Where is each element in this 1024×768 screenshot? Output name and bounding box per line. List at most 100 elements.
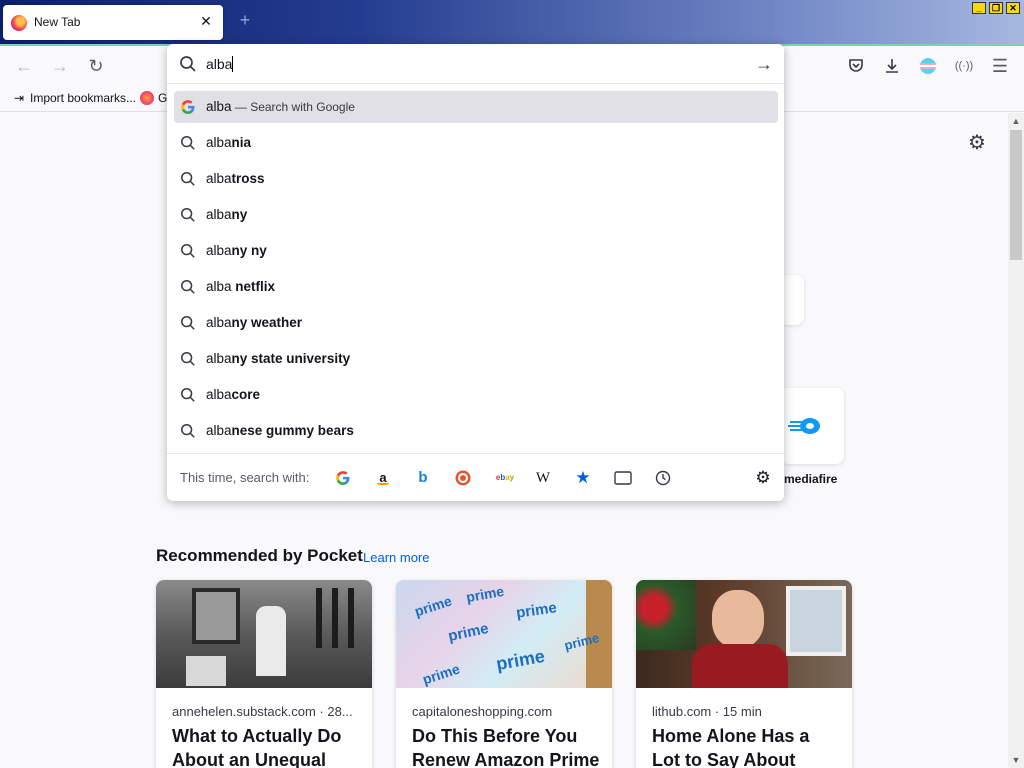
search-icon <box>180 56 196 72</box>
card-source: capitaloneshopping.com <box>412 704 553 719</box>
go-arrow-icon[interactable]: → <box>754 54 774 74</box>
minimize-button[interactable]: _ <box>972 2 986 14</box>
suggestion-text: albatross <box>206 171 265 186</box>
duckduckgo-engine-icon[interactable] <box>453 468 473 488</box>
suggestion-text: albany <box>206 207 247 222</box>
suggestion-completion: tross <box>231 171 265 186</box>
suggestion-completion: core <box>231 387 261 402</box>
suggestion-row[interactable]: alba netflix <box>174 271 778 303</box>
search-icon <box>180 171 196 187</box>
pocket-card[interactable]: lithub.com · 15 min Home Alone Has a Lot… <box>636 580 852 768</box>
pocket-card[interactable]: annehelen.substack.com · 28... What to A… <box>156 580 372 768</box>
scrollbar-thumb[interactable] <box>1010 130 1022 260</box>
suggestion-row[interactable]: alba — Search with Google <box>174 91 778 123</box>
suggestion-typed: alba <box>206 99 232 114</box>
import-bookmarks-item[interactable]: ⇥ Import bookmarks... <box>12 91 136 105</box>
suggestion-row[interactable]: albany <box>174 199 778 231</box>
tabs-icon[interactable] <box>613 468 633 488</box>
address-bar[interactable]: alba → <box>167 44 784 84</box>
search-icon <box>180 387 196 403</box>
suggestion-row[interactable]: albacore <box>174 379 778 411</box>
downloads-icon[interactable] <box>880 54 904 78</box>
google-engine-icon[interactable] <box>333 468 353 488</box>
suggestion-completion: nia <box>231 135 252 150</box>
bookmarks-star-icon[interactable]: ★ <box>573 468 593 488</box>
tab-new-tab[interactable]: New Tab ✕ <box>3 5 223 40</box>
top-site-mediafire[interactable] <box>780 388 844 464</box>
forward-arrow-icon[interactable]: → <box>48 54 72 78</box>
tab-title: New Tab <box>34 15 81 29</box>
extension-icon[interactable]: ((·)) <box>952 54 976 78</box>
suggestion-text: alba netflix <box>206 279 275 294</box>
search-icon <box>180 207 196 223</box>
card-title: Do This Before You Renew Amazon Prime <box>412 726 600 768</box>
menu-icon[interactable]: ☰ <box>988 54 1012 78</box>
suggestion-row[interactable]: albany weather <box>174 307 778 339</box>
suggestion-text: albacore <box>206 387 260 402</box>
card-image <box>636 580 852 688</box>
search-icon <box>180 243 196 259</box>
card-title: What to Actually Do About an Unequal <box>172 726 342 768</box>
suggestion-typed: alba <box>206 387 232 402</box>
suggestion-typed: alba <box>206 315 232 330</box>
pocket-heading: Recommended by Pocket <box>156 546 363 565</box>
search-icon <box>180 315 196 331</box>
suggestion-text: alba — Search with Google <box>206 99 355 114</box>
suggestion-typed: alba <box>206 135 232 150</box>
reload-icon[interactable]: ↻ <box>84 54 108 78</box>
scroll-up-icon[interactable]: ▲ <box>1008 113 1024 129</box>
card-image: prime prime prime prime prime prime prim… <box>396 580 612 688</box>
personalize-gear-icon[interactable]: ⚙ <box>966 132 988 154</box>
scroll-down-icon[interactable]: ▼ <box>1008 752 1024 768</box>
one-off-label: This time, search with: <box>180 470 310 485</box>
suggestion-row[interactable]: albanese gummy bears <box>174 415 778 447</box>
card-source: lithub.com · 15 min <box>652 704 762 719</box>
title-bar: New Tab ✕ + _ ❐ ✕ <box>0 0 1024 44</box>
suggestion-typed: alba <box>206 171 232 186</box>
card-image <box>156 580 372 688</box>
one-off-search-bar: This time, search with: a b ebay W ★ ⚙ <box>167 453 784 501</box>
suggestion-completion: netflix <box>231 279 276 294</box>
search-icon <box>180 423 196 439</box>
urlbar-dropdown: alba → alba — Search with Google albania a… <box>167 44 784 501</box>
amazon-engine-icon[interactable]: a <box>373 468 393 488</box>
top-site-label: mediafire <box>784 472 838 486</box>
suggestion-row[interactable]: albania <box>174 127 778 159</box>
suggestion-row[interactable]: albany ny <box>174 235 778 267</box>
pocket-icon[interactable] <box>844 54 868 78</box>
search-icon <box>180 351 196 367</box>
wikipedia-engine-icon[interactable]: W <box>533 468 553 488</box>
import-icon: ⇥ <box>13 91 25 105</box>
ebay-engine-icon[interactable]: ebay <box>493 468 517 488</box>
suggestion-completion: ny <box>231 207 248 222</box>
import-bookmarks-label: Import bookmarks... <box>30 91 137 105</box>
suggestion-text: albany state university <box>206 351 350 366</box>
history-clock-icon[interactable] <box>653 468 673 488</box>
text-caret <box>232 56 234 72</box>
account-avatar-icon[interactable] <box>916 54 940 78</box>
google-icon <box>180 99 196 115</box>
bing-engine-icon[interactable]: b <box>413 468 433 488</box>
close-tab-icon[interactable]: ✕ <box>197 12 215 30</box>
search-icon <box>180 135 196 151</box>
card-source: annehelen.substack.com · 28... <box>172 704 353 719</box>
suggestion-completion: ny weather <box>231 315 303 330</box>
card-title: Home Alone Has a Lot to Say About <box>652 726 810 768</box>
close-window-button[interactable]: ✕ <box>1006 2 1020 14</box>
address-value[interactable]: alba <box>206 56 232 72</box>
search-icon <box>180 279 196 295</box>
suggestion-typed: alba <box>206 207 232 222</box>
page-scrollbar[interactable]: ▲ ▼ <box>1008 113 1024 768</box>
pocket-card[interactable]: prime prime prime prime prime prime prim… <box>396 580 612 768</box>
back-arrow-icon[interactable]: ← <box>12 54 36 78</box>
suggestion-engine-label: — Search with Google <box>231 100 355 114</box>
suggestion-row[interactable]: albatross <box>174 163 778 195</box>
suggestion-text: albany ny <box>206 243 267 258</box>
new-tab-button[interactable]: + <box>235 10 255 30</box>
search-settings-gear-icon[interactable]: ⚙ <box>753 468 773 488</box>
firefox-logo-icon <box>11 15 27 31</box>
suggestion-row[interactable]: albany state university <box>174 343 778 375</box>
restore-button[interactable]: ❐ <box>989 2 1003 14</box>
learn-more-link[interactable]: Learn more <box>363 550 429 565</box>
suggestion-typed: alba <box>206 351 232 366</box>
